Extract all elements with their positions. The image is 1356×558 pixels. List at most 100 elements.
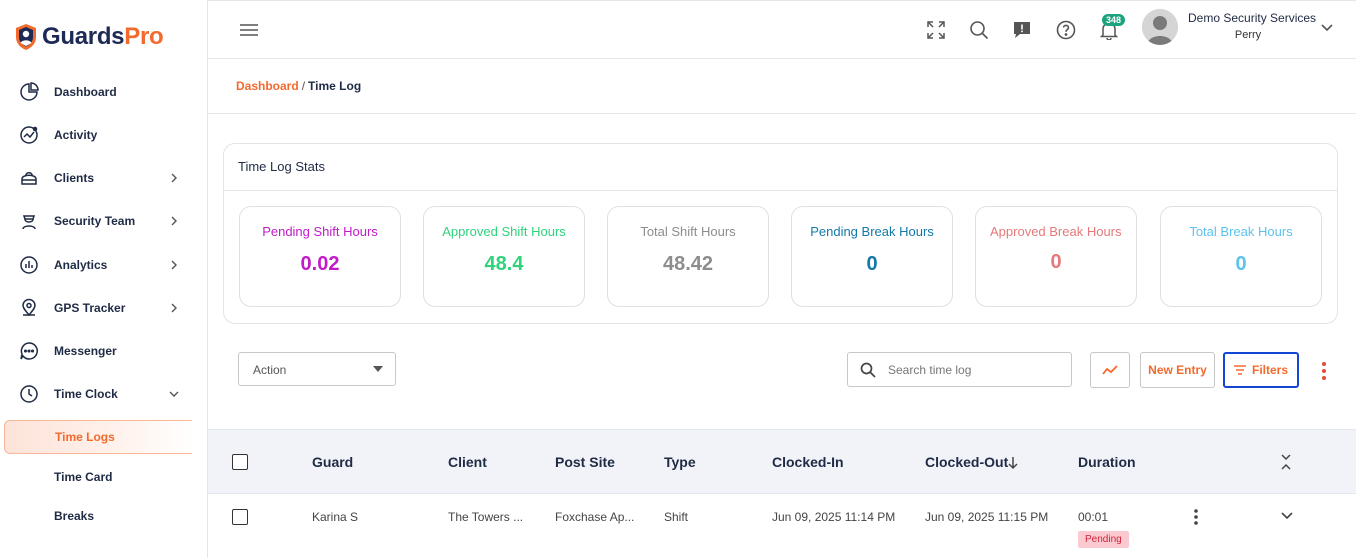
cell-guard: Karina S [312, 510, 359, 524]
divider [224, 190, 1337, 191]
brand-logo[interactable]: GuardsPro [14, 22, 164, 52]
sidebar-item-label: Time Clock [54, 387, 118, 401]
chevron-right-icon [171, 303, 177, 313]
analytics-icon [18, 254, 40, 276]
column-header-guard[interactable]: Guard [312, 454, 353, 470]
stat-label: Total Break Hours [1189, 224, 1293, 239]
sidebar-item-time-clock[interactable]: Time Clock [0, 376, 208, 412]
expand-row-icon[interactable] [1280, 511, 1294, 521]
sidebar-item-label: Activity [54, 128, 98, 142]
cell-client: The Towers ... [448, 510, 524, 524]
stat-card-approved-shift-hours: Approved Shift Hours 48.4 [423, 206, 585, 307]
sidebar-item-security-team[interactable]: Security Team [0, 203, 208, 239]
status-badge: Pending [1078, 531, 1129, 548]
stat-label: Total Shift Hours [640, 224, 736, 239]
sort-descending-icon[interactable] [1007, 456, 1019, 470]
new-entry-button[interactable]: New Entry [1140, 352, 1215, 388]
filter-icon [1233, 365, 1246, 375]
search-time-log-input[interactable] [888, 361, 1063, 379]
sidebar-subitem-label: Breaks [54, 509, 95, 523]
action-dropdown-label: Action [253, 363, 287, 377]
stat-value: 0.02 [300, 253, 340, 275]
sidebar-item-dashboard[interactable]: Dashboard [0, 74, 208, 110]
select-all-checkbox[interactable] [232, 454, 248, 470]
search-box [847, 352, 1072, 387]
cell-clocked-out: Jun 09, 2025 11:15 PM [925, 510, 1049, 524]
fullscreen-icon[interactable] [925, 19, 947, 41]
column-header-duration[interactable]: Duration [1078, 454, 1136, 470]
stat-card-total-shift-hours: Total Shift Hours 48.42 [607, 206, 769, 307]
user-organization[interactable]: Demo Security Services [1188, 11, 1328, 25]
user-name[interactable]: Perry [1188, 29, 1308, 41]
stat-value: 0 [866, 253, 878, 275]
divider [208, 113, 1356, 114]
row-checkbox[interactable] [232, 509, 248, 525]
cell-clocked-in: Jun 09, 2025 11:14 PM [772, 510, 896, 524]
column-header-client[interactable]: Client [448, 454, 487, 470]
collapse-all-icon[interactable] [1280, 453, 1292, 471]
stat-card-approved-break-hours: Approved Break Hours 0 [975, 206, 1137, 307]
sidebar-item-clients[interactable]: Clients [0, 160, 208, 196]
stat-value: 48.4 [484, 253, 524, 275]
sidebar-subitem-breaks[interactable]: Breaks [0, 499, 208, 533]
cell-type: Shift [664, 510, 689, 524]
stat-value: 48.42 [662, 253, 714, 275]
chevron-right-icon [171, 216, 177, 226]
help-icon[interactable] [1055, 19, 1077, 41]
column-header-type[interactable]: Type [664, 454, 696, 470]
chevron-down-icon[interactable] [1320, 21, 1334, 35]
stat-label: Approved Shift Hours [442, 224, 566, 239]
stat-value: 0 [1235, 253, 1247, 275]
sidebar-item-analytics[interactable]: Analytics [0, 247, 208, 283]
breadcrumb-link-dashboard[interactable]: Dashboard [236, 79, 299, 93]
location-pin-icon [18, 297, 40, 319]
activity-icon [18, 124, 40, 146]
stat-label: Pending Break Hours [810, 224, 934, 239]
more-options-icon[interactable] [1318, 360, 1330, 382]
clients-icon [18, 167, 40, 189]
chevron-right-icon [171, 260, 177, 270]
chat-icon [18, 340, 40, 362]
stat-card-total-break-hours: Total Break Hours 0 [1160, 206, 1322, 307]
shield-logo-icon [16, 24, 36, 50]
stat-card-pending-shift-hours: Pending Shift Hours 0.02 [239, 206, 401, 307]
chevron-down-icon [169, 391, 179, 397]
table-row: Karina S The Towers ... Foxchase Ap... S… [208, 494, 1356, 558]
column-header-clocked-out[interactable]: Clocked-Out [925, 454, 1008, 470]
topbar: 348 Demo Security Services Perry [208, 0, 1356, 59]
column-header-clocked-in[interactable]: Clocked-In [772, 454, 844, 470]
sidebar-item-messenger[interactable]: Messenger [0, 333, 208, 369]
sidebar-subitem-time-logs[interactable]: Time Logs [4, 420, 192, 454]
stats-title: Time Log Stats [238, 159, 325, 174]
brand-name-part2: Pro [124, 23, 164, 50]
user-avatar-icon [1142, 9, 1178, 45]
stat-label: Pending Shift Hours [262, 224, 378, 239]
cell-post-site: Foxchase Ap... [555, 510, 635, 524]
chart-view-button[interactable] [1090, 352, 1130, 388]
sidebar-item-label: Dashboard [54, 85, 117, 99]
sidebar-item-label: Clients [54, 171, 95, 185]
sidebar-item-label: Analytics [54, 258, 108, 272]
table-header: Guard Client Post Site Type Clocked-In C… [208, 429, 1356, 494]
sidebar-subitem-time-card[interactable]: Time Card [0, 460, 208, 494]
sidebar-item-activity[interactable]: Activity [0, 117, 208, 153]
breadcrumb-current: Time Log [308, 79, 362, 93]
breadcrumb: Dashboard / Time Log [236, 79, 361, 93]
filters-button-label: Filters [1251, 363, 1288, 377]
cell-duration: 00:01 [1078, 510, 1109, 524]
column-header-post-site[interactable]: Post Site [555, 454, 615, 470]
action-dropdown[interactable]: Action [238, 352, 396, 386]
sidebar-item-label: GPS Tracker [54, 301, 126, 315]
brand-name: GuardsPro [42, 23, 164, 51]
stat-card-pending-break-hours: Pending Break Hours 0 [791, 206, 953, 307]
hamburger-menu-icon[interactable] [240, 23, 258, 37]
sidebar-item-gps-tracker[interactable]: GPS Tracker [0, 290, 208, 326]
guard-icon [18, 210, 40, 232]
sidebar: GuardsPro Dashboard Activity Clients Sec… [0, 0, 208, 558]
avatar[interactable] [1142, 9, 1178, 45]
search-icon[interactable] [968, 19, 990, 41]
chevron-right-icon [171, 173, 177, 183]
filters-button[interactable]: Filters [1223, 352, 1299, 388]
feedback-icon[interactable] [1011, 19, 1033, 41]
row-actions-icon[interactable] [1192, 508, 1200, 526]
